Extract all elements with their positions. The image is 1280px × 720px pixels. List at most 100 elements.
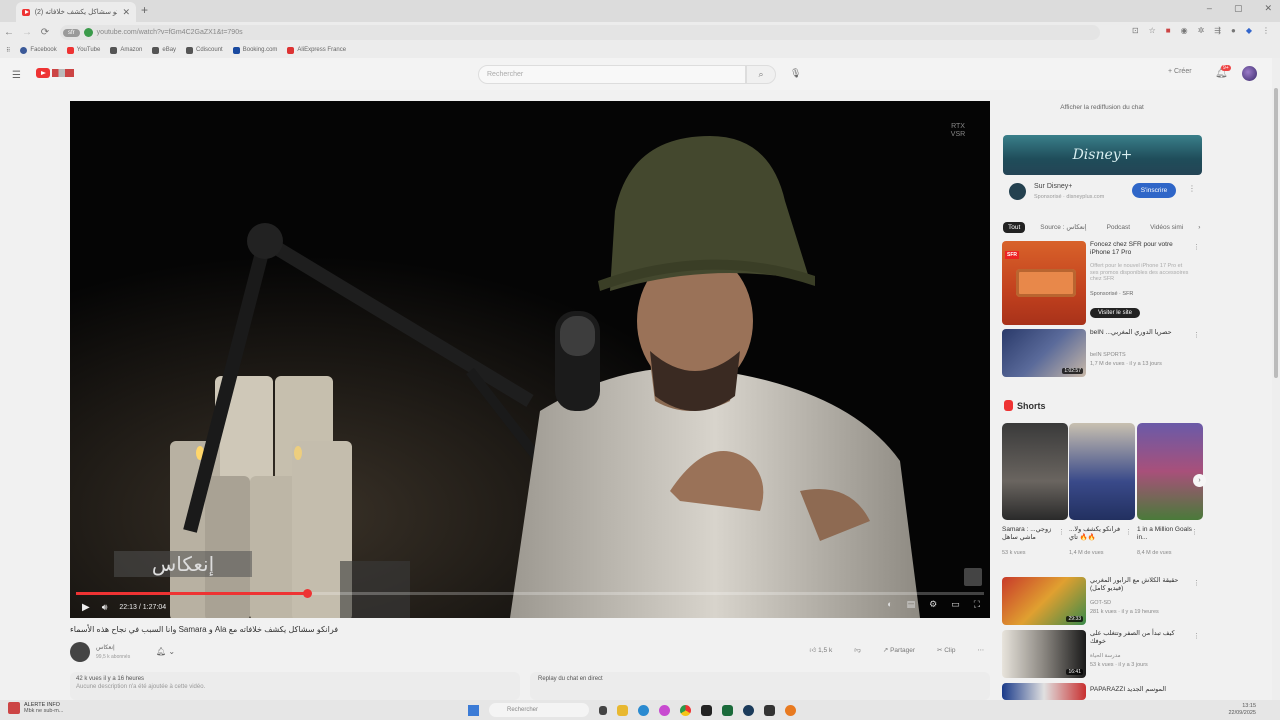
show-chat-replay-button[interactable]: Afficher la rediffusion du chat [1002, 104, 1202, 111]
task-view-icon[interactable] [599, 705, 607, 715]
search-button[interactable]: ⌕ [746, 65, 776, 84]
chip-similar[interactable]: Vidéos simi [1145, 222, 1188, 233]
microphone-icon[interactable]: 🎙︎ [790, 68, 801, 79]
page-scrollbar[interactable] [1272, 58, 1280, 700]
more-options-icon[interactable]: ⋮ [1193, 579, 1200, 587]
play-icon[interactable]: ▶ [82, 602, 90, 613]
clip-button[interactable]: ✂ Clip [937, 646, 955, 654]
profile-icon[interactable]: ● [1231, 26, 1236, 35]
scrollbar-thumb[interactable] [1274, 88, 1278, 378]
puzzle-icon[interactable]: ✲ [1198, 26, 1205, 35]
more-options-icon[interactable]: ⋮ [1191, 528, 1198, 536]
bookmark-cdiscount[interactable]: Cdiscount [186, 46, 223, 54]
youtube-logo[interactable] [36, 68, 74, 78]
search-input[interactable]: Rechercher [478, 65, 746, 84]
file-explorer-icon[interactable] [617, 704, 628, 716]
chat-replay-panel[interactable]: Replay du chat en direct [530, 672, 990, 700]
star-icon[interactable]: ☆ [1149, 26, 1156, 35]
rec-video[interactable]: PAPARAZZI الموسم الجديد [1002, 683, 1202, 700]
create-button[interactable]: + Créer [1168, 68, 1192, 75]
edge-icon[interactable] [638, 704, 649, 716]
subscribe-button[interactable]: S'inscrire [1132, 183, 1176, 198]
video-thumbnail[interactable]: 16:41 [1002, 630, 1086, 678]
sponsored-rec-sfr[interactable]: SFR Foncez chez SFR pour votre iPhone 17… [1002, 241, 1202, 325]
apps-icon[interactable]: ⠿ [6, 47, 10, 54]
windows-start-icon[interactable] [468, 704, 479, 716]
new-tab-button[interactable]: + [141, 3, 148, 17]
more-options-icon[interactable]: ⋮ [1193, 331, 1200, 339]
bookmark-aliexpress[interactable]: AliExpress France [287, 46, 346, 54]
sfr-ad-thumbnail[interactable]: SFR [1002, 241, 1086, 325]
more-options-icon[interactable]: ⋮ [1125, 528, 1132, 536]
chrome-icon[interactable] [680, 704, 691, 716]
install-icon[interactable]: ⊡ [1132, 26, 1139, 35]
bookmark-facebook[interactable]: Facebook [20, 46, 57, 54]
visit-site-button[interactable]: Visiter le site [1090, 308, 1140, 318]
maximize-button[interactable]: ▢ [1234, 3, 1243, 14]
menu-icon[interactable]: ⋮ [1262, 26, 1270, 35]
close-tab-icon[interactable]: ✕ [122, 7, 130, 18]
chip-all[interactable]: Tout [1003, 221, 1026, 233]
subtitles-icon[interactable]: ▤ [907, 599, 916, 610]
dislike-icon[interactable]: 👎︎ [854, 646, 861, 654]
bookmark-ebay[interactable]: eBay [152, 46, 176, 54]
browser-tab[interactable]: (2) فرانكو سشاكل يكشف خلافاته ✕ [16, 2, 136, 22]
address-bar[interactable]: sfr youtube.com/watch?v=fGm4C2GaZX1&t=79… [60, 25, 1100, 40]
taskbar-search[interactable]: Rechercher [489, 703, 589, 717]
app-icon[interactable] [785, 704, 796, 716]
secure-icon[interactable] [83, 28, 93, 37]
rec-video[interactable]: 29:33 حقيقة الكلاش مع الرابور المغربي (ف… [1002, 577, 1202, 625]
autoplay-toggle-icon[interactable]: ◐ [887, 599, 892, 610]
bookmark-booking[interactable]: Booking.com [232, 46, 277, 54]
channel-name[interactable]: إنعكاس [96, 644, 115, 651]
extension-icon[interactable]: ◉ [1181, 26, 1188, 35]
video-thumbnail[interactable]: 29:33 [1002, 577, 1086, 625]
back-icon[interactable]: ← [0, 27, 18, 38]
disney-channel-icon[interactable] [1009, 183, 1026, 200]
steam-icon[interactable] [743, 704, 754, 716]
url-text[interactable]: youtube.com/watch?v=fGm4C2GaZX1&t=790s [97, 29, 243, 36]
app-icon[interactable] [659, 704, 670, 716]
like-button[interactable]: 👍︎ 1,5 k [810, 646, 833, 654]
video-thumbnail[interactable] [1002, 683, 1086, 700]
rec-video[interactable]: 1:02:57 beIN ...حصريا الدوري المغربي beI… [1002, 329, 1202, 377]
bookmark-amazon[interactable]: Amazon [110, 46, 142, 54]
subscription-bell-icon[interactable]: 🔔︎ ⌄ [156, 647, 175, 656]
sfr-badge[interactable]: sfr [63, 28, 80, 37]
video-player[interactable]: RTX VSR إنعكاس ▶ 🔊︎ 22:13 / 1:27:04 ◐ ▤ … [70, 101, 990, 618]
channel-watermark[interactable] [964, 568, 982, 586]
cast-icon[interactable]: ⇶ [1214, 26, 1221, 35]
account-avatar[interactable] [1242, 66, 1257, 81]
reload-icon[interactable]: ⟳ [36, 27, 54, 38]
close-window-button[interactable]: ✕ [1264, 3, 1272, 14]
extension-red-icon[interactable]: ■ [1166, 26, 1171, 35]
rec-video[interactable]: 16:41 كيف تبدأ من الصفر وتتغلب على خوفك … [1002, 630, 1202, 678]
theater-mode-icon[interactable]: ▭ [951, 599, 960, 610]
more-options-icon[interactable]: ⋮ [1058, 528, 1065, 536]
app-icon[interactable] [722, 704, 733, 716]
disney-ad-title[interactable]: Sur Disney+ [1034, 183, 1072, 190]
short-thumbnail[interactable] [1069, 423, 1135, 520]
more-options-icon[interactable]: ⋮ [1188, 184, 1196, 193]
more-options-icon[interactable]: ⋮ [1193, 243, 1200, 251]
volume-icon[interactable]: 🔊︎ [102, 602, 108, 613]
short-thumbnail[interactable] [1002, 423, 1068, 520]
news-widget[interactable]: ALERTE INFO Mbk ne sub-m... [8, 702, 63, 714]
shorts-next-icon[interactable]: › [1193, 474, 1206, 487]
more-actions-icon[interactable]: ⋯ [978, 646, 985, 654]
hamburger-menu-icon[interactable]: ☰ [12, 70, 21, 81]
more-options-icon[interactable]: ⋮ [1193, 632, 1200, 640]
description-box[interactable]: 42 k vues il y a 16 heures Aucune descri… [70, 672, 520, 700]
disney-ad-banner[interactable]: Disney+ [1003, 135, 1202, 175]
channel-avatar[interactable] [70, 642, 90, 662]
progress-bar[interactable] [76, 589, 984, 598]
minimize-button[interactable]: – [1207, 3, 1212, 14]
chip-source[interactable]: Source : إنعكاس [1035, 221, 1091, 233]
calculator-icon[interactable] [764, 704, 775, 716]
forward-icon[interactable]: → [18, 27, 36, 38]
bookmark-youtube[interactable]: YouTube [66, 46, 100, 54]
system-clock[interactable]: 13:15 22/09/2025 [1228, 703, 1256, 717]
shield-icon[interactable]: ◆ [1246, 26, 1252, 35]
chip-podcast[interactable]: Podcast [1102, 222, 1136, 233]
video-thumbnail[interactable]: 1:02:57 [1002, 329, 1086, 377]
